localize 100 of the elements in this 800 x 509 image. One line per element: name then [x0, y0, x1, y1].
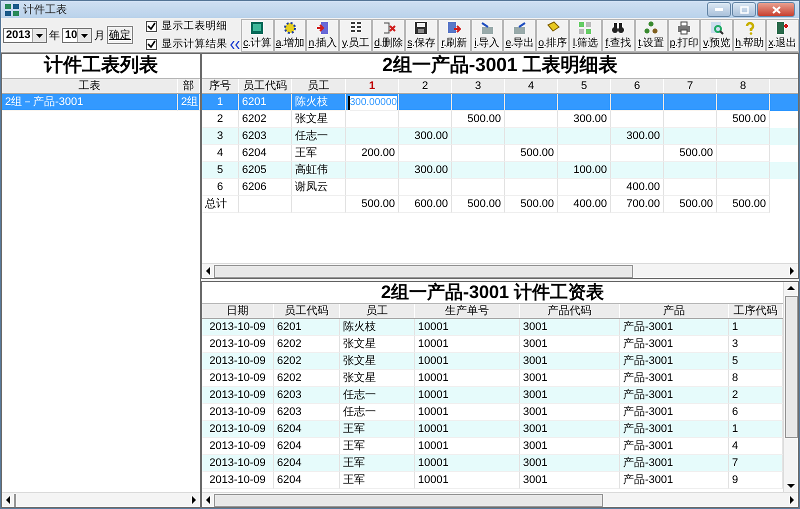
vertical-scrollbar[interactable] [783, 282, 798, 492]
year-dropdown[interactable]: 2013 [3, 28, 47, 42]
table-cell: 产品-3001 [620, 455, 729, 472]
table-cell: 10001 [415, 353, 520, 370]
column-header[interactable]: 员工 [292, 79, 346, 93]
toolbar-button[interactable]: a.增加 [274, 18, 306, 52]
column-header[interactable]: 工表 [2, 79, 178, 93]
column-header[interactable]: 5 [558, 79, 611, 93]
binoculars-icon [611, 20, 626, 34]
table-cell: 6204 [274, 472, 340, 489]
column-header[interactable]: 产品代码 [520, 304, 620, 318]
maximize-button[interactable] [732, 2, 756, 17]
printer-icon [676, 20, 691, 34]
import-icon [480, 20, 494, 34]
collapse-icon[interactable] [230, 41, 240, 49]
list-icon [348, 20, 363, 34]
column-header[interactable]: 3 [452, 79, 505, 93]
table-row[interactable]: 3 6203 任志一 300.00 300.00 [202, 128, 798, 145]
toolbar-button[interactable]: v.预览 [700, 18, 734, 52]
table-cell: 张文星 [340, 353, 415, 370]
table-cell: 产品-3001 [620, 353, 729, 370]
table-cell: 产品-3001 [620, 421, 729, 438]
table-cell: 2013-10-09 [202, 387, 274, 404]
toolbar-button[interactable]: n.插入 [306, 18, 340, 52]
table-cell: 6204 [274, 421, 340, 438]
table-cell: 3001 [520, 319, 620, 336]
total-cell: 600.00 [399, 196, 452, 213]
column-header[interactable]: 产品 [620, 304, 729, 318]
column-header[interactable]: 4 [505, 79, 558, 93]
table-cell: 产品-3001 [620, 387, 729, 404]
toolbar-button[interactable]: h.帮助 [733, 18, 766, 52]
total-cell: 500.00 [452, 196, 505, 213]
table-cell: 3001 [520, 387, 620, 404]
checkbox[interactable] [146, 20, 158, 32]
column-header[interactable]: 生产单号 [415, 304, 520, 318]
table-cell: 5 [202, 162, 239, 179]
table-cell: 10001 [415, 387, 520, 404]
toolbar-button[interactable]: t.设置 [634, 18, 668, 52]
maximize-icon [740, 6, 748, 14]
table-cell: 2013-10-09 [202, 421, 274, 438]
table-cell: 2013-10-09 [202, 353, 274, 370]
table-cell [292, 196, 346, 213]
checkbox[interactable] [146, 38, 158, 50]
toolbar-button[interactable]: d.删除 [372, 18, 405, 52]
filter-icon [578, 20, 592, 34]
column-header[interactable]: 员工代码 [239, 79, 292, 93]
minimize-button[interactable] [707, 2, 731, 17]
column-header[interactable]: 7 [664, 79, 717, 93]
magnifier-icon [710, 20, 724, 34]
table-cell: 2013-10-09 [202, 472, 274, 489]
table-cell: 3001 [520, 455, 620, 472]
total-label: 总计 [202, 196, 239, 213]
table-cell: 陈火枝 [292, 94, 346, 111]
window-title: 计件工表 [23, 3, 67, 17]
table-cell: 6203 [239, 128, 292, 145]
table-row[interactable]: 6 6206 谢凤云 400.00 [202, 179, 798, 196]
column-header[interactable]: 1 [346, 79, 399, 93]
total-cell: 500.00 [505, 196, 558, 213]
table-cell: 6206 [239, 179, 292, 196]
total-cell: 500.00 [664, 196, 717, 213]
toolbar-button[interactable]: f.查找 [602, 18, 635, 52]
horizontal-scrollbar[interactable] [202, 263, 798, 278]
total-cell: 500.00 [346, 196, 399, 213]
toolbar-button[interactable]: y.员工 [339, 18, 372, 52]
table-row[interactable]: 5 6205 高虹伟 300.00 100.00 [202, 162, 798, 179]
table-cell: 王军 [340, 421, 415, 438]
column-header[interactable]: 部 [178, 79, 200, 93]
total-cell: 400.00 [558, 196, 611, 213]
horizontal-scrollbar[interactable] [202, 492, 798, 507]
confirm-button[interactable]: 确定 [107, 26, 133, 44]
table-cell: 10001 [415, 455, 520, 472]
toolbar-button[interactable]: o.排序 [536, 18, 570, 52]
table-cell: 10001 [415, 472, 520, 489]
toolbar-button[interactable]: s.保存 [404, 18, 438, 52]
table-cell: 300.00 [399, 128, 452, 145]
month-dropdown[interactable]: 10 [62, 28, 92, 42]
delete-icon [382, 20, 396, 34]
gear-icon [283, 20, 298, 34]
minimize-icon [715, 8, 723, 11]
toolbar-button[interactable]: l.筛选 [569, 18, 602, 52]
toolbar-button[interactable]: i.导入 [470, 18, 504, 52]
column-header[interactable]: 序号 [202, 79, 239, 93]
column-header[interactable]: 日期 [202, 304, 274, 318]
table-cell: 高虹伟 [292, 162, 346, 179]
toolbar-button[interactable]: e.导出 [503, 18, 536, 52]
table-cell: 2组 [178, 94, 200, 111]
table-cell: 2013-10-09 [202, 455, 274, 472]
column-header[interactable]: 员工 [340, 304, 415, 318]
toolbar-button[interactable]: p.打印 [668, 18, 700, 52]
toolbar-button[interactable]: x.退出 [766, 18, 799, 52]
column-header[interactable]: 2 [399, 79, 452, 93]
close-button[interactable] [757, 2, 795, 17]
column-header[interactable]: 员工代码 [274, 304, 340, 318]
toolbar-button[interactable]: c.计算 [240, 18, 274, 52]
horizontal-scrollbar[interactable] [2, 492, 200, 507]
exit-door-icon [775, 20, 790, 34]
table-cell: 3001 [520, 421, 620, 438]
toolbar-button[interactable]: r.刷新 [438, 18, 471, 52]
column-header[interactable]: 6 [611, 79, 664, 93]
column-header[interactable]: 8 [717, 79, 770, 93]
